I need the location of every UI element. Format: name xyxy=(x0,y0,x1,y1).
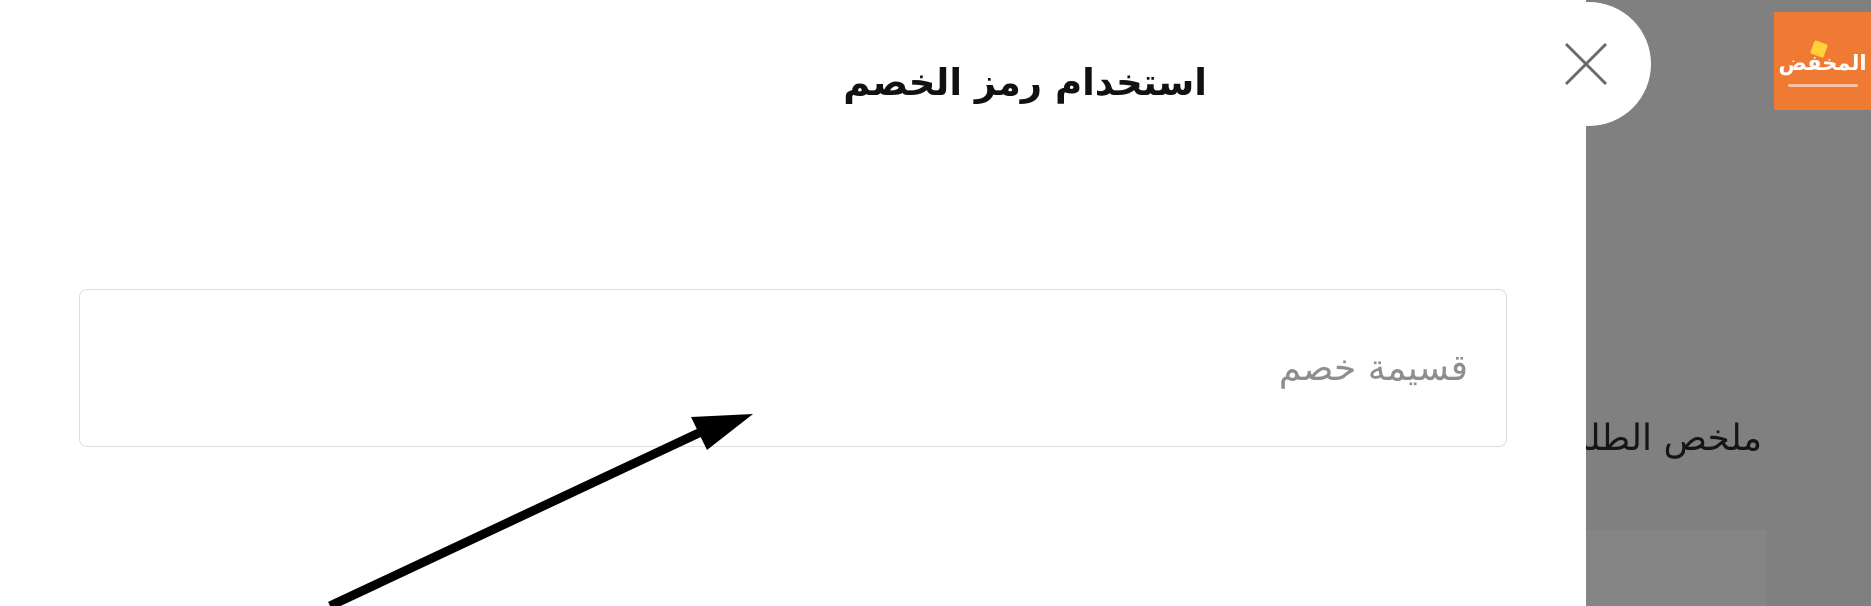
background-page-block xyxy=(1586,530,1766,606)
site-logo[interactable]: المخفض xyxy=(1774,12,1871,110)
logo-text: المخفض xyxy=(1778,51,1867,75)
order-summary-heading: ملخص الطلب xyxy=(1586,418,1762,459)
discount-code-input[interactable] xyxy=(80,290,1506,446)
app-root: المخفض ملخص الطلب استخدام رمز الخصم xyxy=(0,0,1871,606)
discount-input-container xyxy=(79,289,1507,447)
drawer-title: استخدام رمز الخصم xyxy=(843,61,1207,104)
close-icon xyxy=(1564,42,1608,86)
logo-underline xyxy=(1788,84,1858,87)
discount-drawer: استخدام رمز الخصم xyxy=(0,0,1586,606)
close-button[interactable] xyxy=(1490,2,1651,126)
order-summary-heading-container: ملخص الطلب xyxy=(1586,414,1762,464)
